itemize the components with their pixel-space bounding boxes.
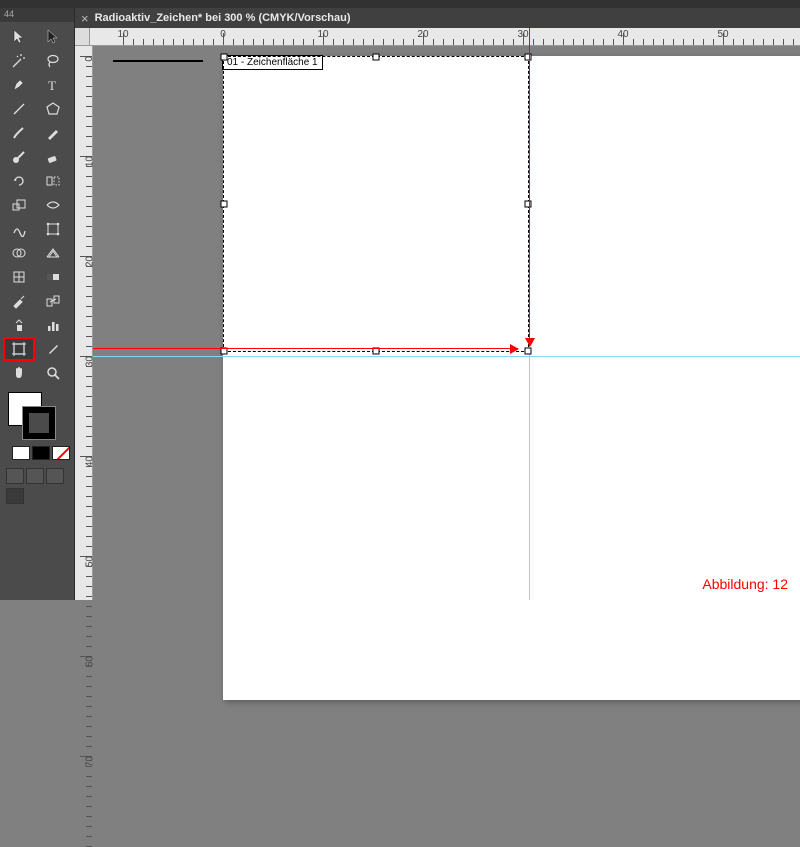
selection-handle-se[interactable] xyxy=(525,348,532,355)
app-topbar xyxy=(0,0,800,8)
draw-inside-button[interactable] xyxy=(46,468,64,484)
draw-normal-button[interactable] xyxy=(6,468,24,484)
tools-panel-header: 44 xyxy=(0,8,74,22)
svg-text:T: T xyxy=(48,78,56,93)
magic-wand-tool[interactable] xyxy=(4,50,34,72)
annotation-arrow-vertical xyxy=(529,28,530,346)
blob-brush-tool[interactable] xyxy=(4,146,34,168)
horizontal-ruler[interactable]: 1001020304050 xyxy=(90,28,800,46)
pen-tool[interactable] xyxy=(4,74,34,96)
ruler-origin[interactable] xyxy=(75,28,90,46)
type-tool[interactable]: T xyxy=(38,74,68,96)
screen-mode-row xyxy=(0,486,74,506)
selection-tool[interactable] xyxy=(4,26,34,48)
drawn-line-object[interactable] xyxy=(113,60,203,62)
shape-tool[interactable] xyxy=(38,98,68,120)
hand-tool[interactable] xyxy=(4,362,34,384)
scale-tool[interactable] xyxy=(4,194,34,216)
tools-panel: 44 T xyxy=(0,8,75,600)
drawing-mode-row xyxy=(0,466,74,486)
selection-handle-n[interactable] xyxy=(373,54,380,61)
selection-handle-w[interactable] xyxy=(221,201,228,208)
reflect-tool[interactable] xyxy=(38,170,68,192)
lasso-tool[interactable] xyxy=(38,50,68,72)
warp-tool[interactable] xyxy=(4,218,34,240)
annotation-arrow-horizontal xyxy=(93,348,518,349)
selection-handle-e[interactable] xyxy=(525,201,532,208)
artboard-selection xyxy=(223,56,529,352)
eyedropper-tool[interactable] xyxy=(4,290,34,312)
color-mode-solid[interactable] xyxy=(12,446,30,460)
rotate-tool[interactable] xyxy=(4,170,34,192)
figure-caption: Abbildung: 12 xyxy=(702,576,788,592)
close-tab-button[interactable]: × xyxy=(81,11,89,26)
artboard-tool[interactable] xyxy=(4,338,34,360)
screen-mode-button[interactable] xyxy=(6,488,24,504)
color-swatches xyxy=(0,388,74,448)
document-tab-bar: × Radioaktiv_Zeichen* bei 300 % (CMYK/Vo… xyxy=(75,8,800,28)
direct-selection-tool[interactable] xyxy=(38,26,68,48)
mesh-tool[interactable] xyxy=(4,266,34,288)
free-transform-tool[interactable] xyxy=(38,218,68,240)
color-mode-none[interactable] xyxy=(52,446,70,460)
color-mode-gradient[interactable] xyxy=(32,446,50,460)
canvas-area[interactable]: 01 - Zeichenfläche 1 Abbildung: 12 xyxy=(93,46,800,600)
slice-tool[interactable] xyxy=(38,338,68,360)
perspective-grid-tool[interactable] xyxy=(38,242,68,264)
paintbrush-tool[interactable] xyxy=(4,122,34,144)
eraser-tool[interactable] xyxy=(38,146,68,168)
tools-grid: T xyxy=(0,22,74,388)
draw-behind-button[interactable] xyxy=(26,468,44,484)
pencil-tool[interactable] xyxy=(38,122,68,144)
selection-handle-ne[interactable] xyxy=(525,54,532,61)
vertical-ruler[interactable]: 010203040506070 xyxy=(75,46,93,600)
line-tool[interactable] xyxy=(4,98,34,120)
width-tool[interactable] xyxy=(38,194,68,216)
blend-tool[interactable] xyxy=(38,290,68,312)
shape-builder-tool[interactable] xyxy=(4,242,34,264)
gradient-tool[interactable] xyxy=(38,266,68,288)
selection-handle-nw[interactable] xyxy=(221,54,228,61)
column-graph-tool[interactable] xyxy=(38,314,68,336)
stroke-color-swatch[interactable] xyxy=(22,406,56,440)
zoom-tool[interactable] xyxy=(38,362,68,384)
horizontal-guide[interactable] xyxy=(93,356,800,357)
document-title: Radioaktiv_Zeichen* bei 300 % (CMYK/Vors… xyxy=(95,12,351,24)
symbol-sprayer-tool[interactable] xyxy=(4,314,34,336)
